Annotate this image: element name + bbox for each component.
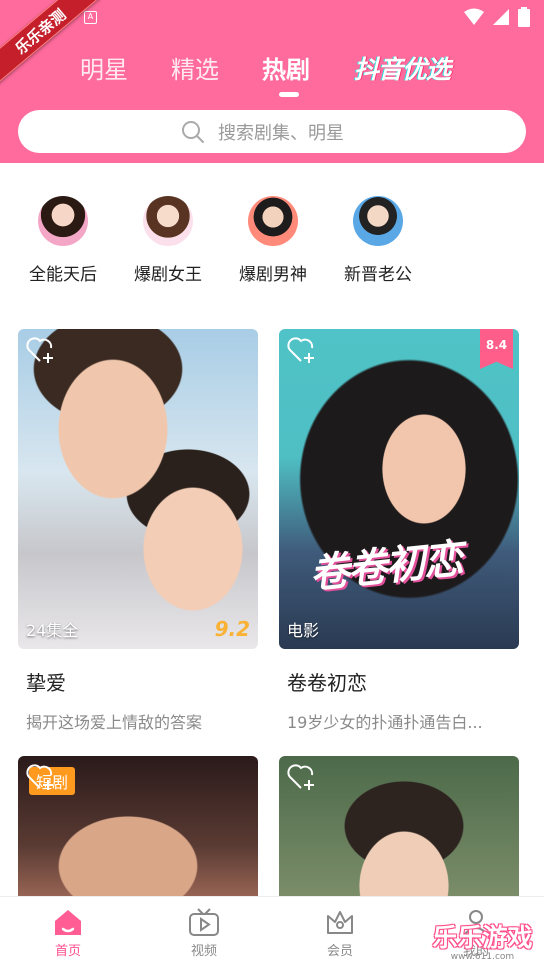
tab-featured[interactable]: 精选 — [171, 50, 219, 85]
drama-poster: 8.4 卷卷初恋 电影 — [279, 329, 519, 649]
poster-title-art: 卷卷初恋 — [307, 536, 464, 598]
category-hit-queen[interactable]: 爆剧女王 — [118, 196, 218, 285]
nav-label: 视频 — [190, 944, 217, 959]
home-icon — [55, 910, 81, 935]
notification-icon: A — [84, 11, 97, 24]
category-new-husband[interactable]: 新晋老公 — [328, 196, 428, 285]
favorite-add-icon[interactable] — [287, 763, 317, 791]
top-tabs: 明星 精选 热剧 抖音优选 — [0, 50, 544, 100]
drama-description: 19岁少女的扑通扑通告白... — [287, 713, 483, 732]
search-icon — [182, 121, 204, 143]
active-tab-indicator — [279, 92, 299, 97]
signal-icon — [493, 9, 509, 25]
search-bar[interactable]: 搜索剧集、明星 — [18, 110, 526, 153]
category-queen[interactable]: 全能天后 — [13, 196, 113, 285]
drama-card[interactable]: 24集全 9.2 挚爱 揭开这场爱上情敌的答案 — [18, 329, 258, 733]
drama-title: 卷卷初恋 — [287, 671, 367, 695]
favorite-add-icon[interactable] — [26, 763, 56, 791]
drama-card[interactable]: 8.4 卷卷初恋 电影 卷卷初恋 19岁少女的扑通扑通告白... — [279, 329, 519, 733]
nav-vip[interactable]: 会员 — [295, 907, 385, 959]
category-label: 爆剧男神 — [239, 265, 307, 285]
battery-icon — [518, 7, 530, 27]
drama-description: 揭开这场爱上情敌的答案 — [26, 713, 203, 732]
episode-count: 电影 — [287, 621, 320, 640]
search-placeholder: 搜索剧集、明星 — [218, 123, 344, 144]
category-hit-actor[interactable]: 爆剧男神 — [223, 196, 323, 285]
nav-label: 会员 — [326, 944, 353, 959]
actor-avatar-icon — [353, 196, 403, 246]
site-watermark: 乐乐游戏 www.611.com — [425, 918, 540, 962]
status-icons — [464, 7, 530, 27]
favorite-add-icon[interactable] — [26, 336, 56, 364]
nav-home[interactable]: 首页 — [23, 907, 113, 959]
drama-title: 挚爱 — [26, 671, 66, 695]
tab-stars[interactable]: 明星 — [80, 50, 128, 85]
watermark-text: 乐乐游戏 — [432, 923, 533, 952]
rating-score: 9.2 — [214, 617, 250, 641]
drama-card[interactable]: 短剧 — [18, 756, 258, 906]
tab-hot-dramas[interactable]: 热剧 — [262, 50, 310, 85]
tab-douyin-picks[interactable]: 抖音优选 — [354, 50, 451, 86]
favorite-add-icon[interactable] — [287, 336, 317, 364]
drama-poster: 短剧 — [18, 756, 258, 906]
category-label: 爆剧女王 — [134, 265, 202, 285]
actor-avatar-icon — [248, 196, 298, 246]
actress-avatar-icon — [38, 196, 88, 246]
nav-label: 首页 — [54, 944, 81, 959]
top-header: A 乐乐亲测 明星 精选 热剧 抖音优选 搜索剧集、明星 — [0, 0, 544, 163]
episode-count: 24集全 — [26, 621, 79, 640]
rating-flag: 8.4 — [480, 329, 513, 369]
drama-poster — [279, 756, 519, 906]
wifi-icon — [464, 8, 484, 25]
actress-avatar-icon — [143, 196, 193, 246]
tv-icon — [189, 908, 219, 936]
drama-card[interactable] — [279, 756, 519, 906]
nav-video[interactable]: 视频 — [159, 907, 249, 959]
drama-poster: 24集全 9.2 — [18, 329, 258, 649]
category-label: 新晋老公 — [344, 265, 412, 285]
crown-icon — [327, 911, 353, 934]
category-label: 全能天后 — [29, 265, 97, 285]
